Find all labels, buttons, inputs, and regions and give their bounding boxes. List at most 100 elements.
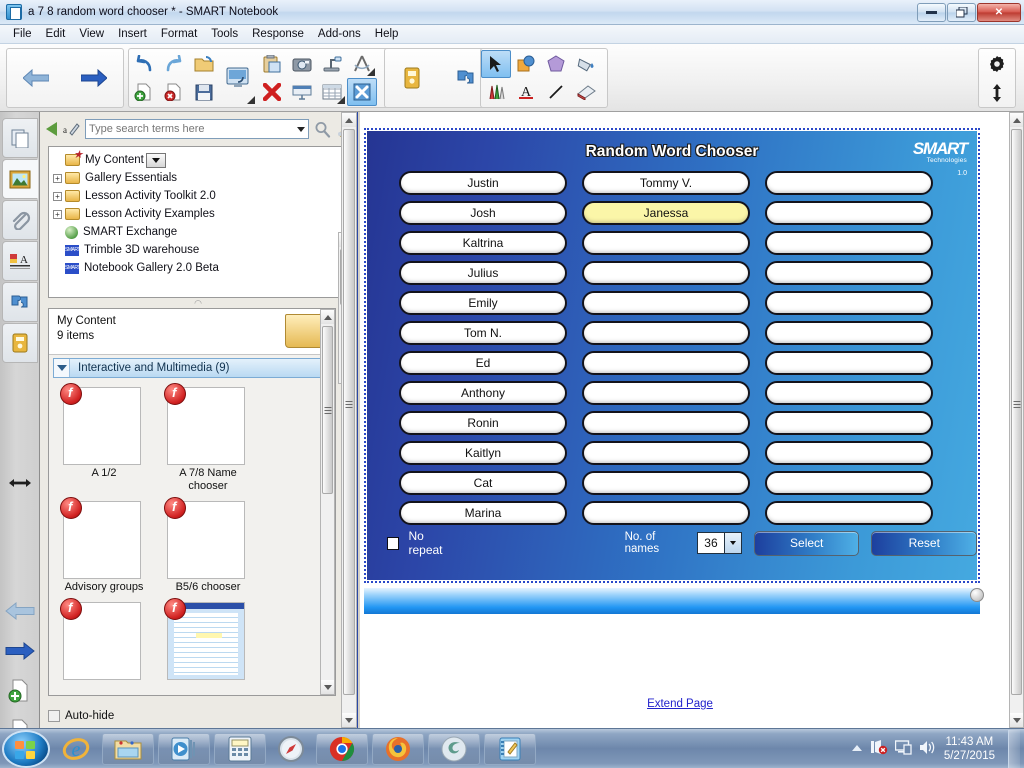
auto-hide-checkbox[interactable]	[48, 710, 60, 722]
gallery-item[interactable]: A 7/8 Name chooser	[164, 383, 249, 493]
name-slot[interactable]	[765, 351, 933, 375]
smart-response-button[interactable]	[393, 50, 431, 106]
name-slot[interactable]	[582, 351, 750, 375]
tree-item-trimble-3d-warehouse[interactable]: SMART Trimble 3D warehouse	[53, 241, 349, 259]
edit-pencil-icon[interactable]: a	[62, 121, 80, 137]
name-slot[interactable]	[765, 501, 933, 525]
taskbar-safari[interactable]	[270, 733, 312, 765]
name-slot[interactable]	[582, 321, 750, 345]
tree-item-gallery-essentials[interactable]: + Gallery Essentials	[53, 169, 349, 187]
paste-button[interactable]	[257, 50, 287, 78]
previous-page-button[interactable]	[17, 50, 55, 106]
scroll-up-arrow[interactable]	[1010, 113, 1023, 127]
taskbar-smart-app[interactable]	[428, 732, 480, 765]
taskbar-mozilla-firefox[interactable]	[372, 732, 424, 765]
panel-splitter[interactable]: ◠	[40, 298, 356, 308]
reset-button[interactable]: Reset	[871, 530, 978, 556]
name-slot[interactable]	[582, 501, 750, 525]
taskbar-google-chrome[interactable]	[316, 732, 368, 765]
name-slot[interactable]: Cat	[399, 471, 567, 495]
eraser-tool[interactable]	[571, 78, 601, 106]
notebook-canvas[interactable]: Random Word Chooser SMART Technologies 1…	[360, 112, 1024, 728]
table-button[interactable]	[317, 78, 347, 106]
num-names-select[interactable]: 36	[696, 532, 742, 554]
taskbar-media-player[interactable]	[158, 732, 210, 765]
fill-tool[interactable]	[571, 50, 601, 78]
name-slot-highlighted[interactable]: Janessa	[582, 201, 750, 225]
sidebar-tab-attachments[interactable]	[1, 200, 38, 240]
tree-item-my-content[interactable]: ★ My Content	[53, 150, 349, 169]
canvas-scrollbar[interactable]	[1009, 112, 1024, 728]
gallery-item[interactable]	[164, 598, 249, 680]
chevron-down-icon[interactable]	[723, 533, 741, 553]
speaker-icon[interactable]	[919, 740, 937, 758]
name-slot[interactable]	[765, 411, 933, 435]
name-slot[interactable]: Kaltrina	[399, 231, 567, 255]
gallery-item[interactable]: A 1/2	[60, 383, 145, 493]
menu-tools[interactable]: Tools	[204, 27, 245, 41]
name-slot[interactable]	[765, 201, 933, 225]
panel-outer-scrollbar[interactable]	[341, 112, 357, 728]
scroll-up-arrow[interactable]	[342, 113, 356, 127]
sidebar-tab-gallery[interactable]	[1, 159, 38, 199]
name-slot[interactable]: Julius	[399, 261, 567, 285]
name-slot[interactable]	[582, 441, 750, 465]
scrollbar-thumb[interactable]	[322, 326, 333, 494]
shapes-tool[interactable]	[541, 50, 571, 78]
name-slot[interactable]	[765, 291, 933, 315]
move-toolbar-button[interactable]	[982, 79, 1012, 107]
name-slot[interactable]: Anthony	[399, 381, 567, 405]
sidebar-tab-addons[interactable]	[1, 282, 38, 322]
add-page-button[interactable]	[129, 78, 159, 106]
no-repeat-control[interactable]: No repeat	[387, 529, 459, 557]
menu-edit[interactable]: Edit	[39, 27, 73, 41]
name-slot[interactable]: Josh	[399, 201, 567, 225]
name-slot[interactable]	[765, 231, 933, 255]
name-slot[interactable]: Justin	[399, 171, 567, 195]
document-camera-button[interactable]	[317, 50, 347, 78]
name-slot[interactable]: Emily	[399, 291, 567, 315]
restore-button[interactable]	[947, 2, 976, 22]
delete-button[interactable]	[257, 78, 287, 106]
undo-button[interactable]	[129, 50, 159, 78]
scrollbar-thumb[interactable]	[343, 129, 355, 695]
save-button[interactable]	[189, 78, 219, 106]
scroll-down-arrow[interactable]	[342, 713, 356, 727]
gallery-search-input[interactable]: Type search terms here	[85, 119, 309, 139]
name-slot[interactable]	[582, 411, 750, 435]
resize-handle[interactable]	[970, 588, 984, 602]
creative-pen-tool[interactable]	[511, 50, 541, 78]
start-button[interactable]	[2, 729, 50, 768]
select-button[interactable]: Select	[753, 530, 860, 556]
tree-expander[interactable]: +	[53, 191, 62, 201]
name-slot[interactable]	[765, 441, 933, 465]
name-slot[interactable]: Ronin	[399, 411, 567, 435]
previous-page-rail-button[interactable]	[2, 592, 38, 630]
delete-page-button[interactable]	[159, 78, 189, 106]
name-slot[interactable]	[582, 261, 750, 285]
name-slot[interactable]	[765, 261, 933, 285]
gallery-item[interactable]: B5/6 chooser	[164, 497, 249, 594]
gallery-item[interactable]	[60, 598, 145, 680]
name-slot[interactable]	[582, 471, 750, 495]
next-page-button[interactable]	[75, 50, 113, 106]
name-slot[interactable]: Tom N.	[399, 321, 567, 345]
name-slot[interactable]: Kaitlyn	[399, 441, 567, 465]
chevron-down-icon[interactable]	[297, 126, 305, 132]
name-slot[interactable]	[582, 231, 750, 255]
collapse-triangle-icon[interactable]	[54, 359, 70, 377]
monitor-icon[interactable]	[894, 739, 912, 758]
scroll-down-arrow[interactable]	[1010, 713, 1023, 727]
name-slot[interactable]: Marina	[399, 501, 567, 525]
minimize-button[interactable]	[917, 2, 946, 22]
panel-resize-handle[interactable]	[2, 464, 38, 502]
menu-insert[interactable]: Insert	[111, 27, 154, 41]
add-page-rail-button[interactable]	[2, 672, 38, 710]
content-scrollbar[interactable]	[320, 309, 335, 695]
name-slot[interactable]	[582, 381, 750, 405]
full-screen-button[interactable]	[287, 78, 317, 106]
pens-tool[interactable]	[481, 78, 511, 106]
magnifier-icon[interactable]	[314, 121, 331, 138]
line-tool[interactable]	[541, 78, 571, 106]
tree-item-lesson-activity-examples[interactable]: + Lesson Activity Examples	[53, 205, 349, 223]
